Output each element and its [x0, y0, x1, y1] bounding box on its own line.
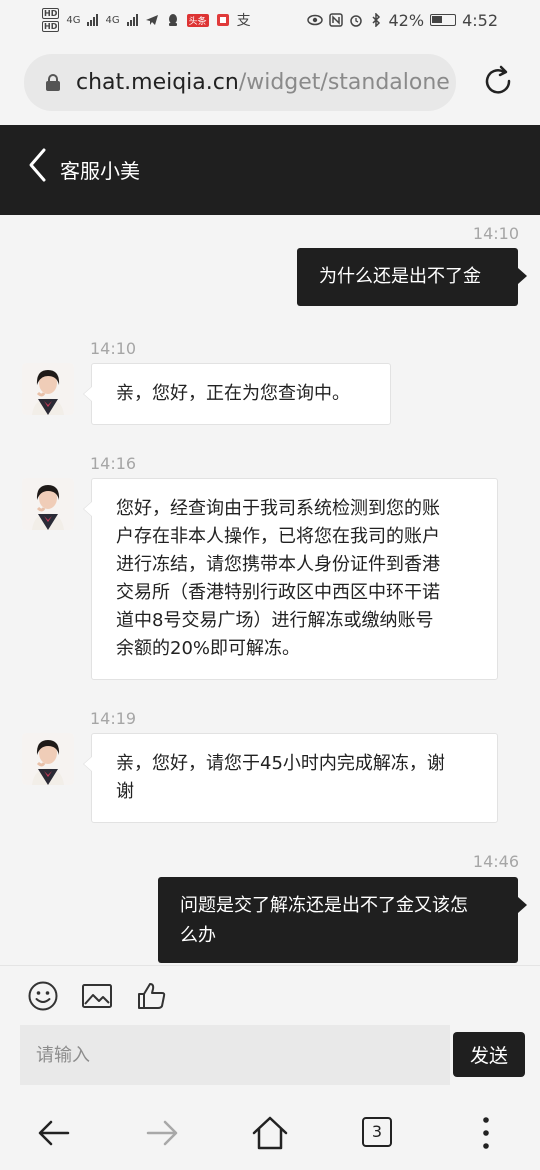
tabs-button[interactable]: 3: [362, 1117, 392, 1147]
message-bubble-in[interactable]: 亲，您好，请您于45小时内完成解冻，谢 谢: [83, 733, 498, 823]
message-line: 余额的20%即可解冻。: [116, 638, 301, 659]
chat-title: 客服小美: [60, 159, 140, 183]
back-arrow-icon[interactable]: [34, 1113, 74, 1153]
chat-header: 客服小美: [0, 125, 540, 215]
back-chevron-icon[interactable]: [26, 147, 50, 183]
message-line: 户存在非本人操作，已将您在我司的账户: [116, 526, 440, 547]
hd-icon: HD: [42, 8, 60, 19]
message-time: 14:10: [90, 339, 137, 358]
agent-avatar: [22, 478, 74, 530]
message-line: 道中8号交易广场）进行解冻或缴纳账号: [116, 610, 434, 631]
net-type-left: 4G: [66, 14, 81, 26]
composer: 发送: [0, 1025, 540, 1095]
message-line: 亲，您好，请您于45小时内完成解冻，谢: [116, 753, 445, 774]
battery-percent: 42%: [388, 10, 425, 30]
message-bubble-in[interactable]: 亲，您好，正在为您查询中。: [83, 363, 391, 425]
toutiao-icon: 头条: [186, 13, 209, 27]
message-bubble-out[interactable]: 问题是交了解冻还是出不了金又该怎 么办: [158, 877, 527, 963]
message-line: 进行冻结，请您携带本人身份证件到香港: [116, 554, 440, 575]
composer-toolbar: [0, 965, 540, 1025]
message-bubble-in[interactable]: 您好，经查询由于我司系统检测到您的账 户存在非本人操作，已将您在我司的账户 进行…: [83, 478, 498, 680]
bluetooth-icon: [371, 13, 380, 27]
send-button[interactable]: 发送: [453, 1032, 525, 1077]
alipay-icon: 支: [236, 13, 251, 29]
thumbs-up-icon[interactable]: [136, 980, 168, 1012]
message-line: 谢: [116, 781, 134, 802]
browser-url-bar: chat.meiqia.cn/widget/standalone: [0, 40, 540, 125]
forward-arrow-icon[interactable]: [142, 1113, 182, 1153]
message-line: 交易所（香港特别行政区中西区中环干诺: [116, 582, 440, 603]
message-input[interactable]: [20, 1025, 450, 1085]
clock-time: 4:52: [462, 10, 498, 30]
url-path: /widget/standalone: [238, 70, 450, 95]
message-time: 14:46: [472, 852, 519, 871]
address-field[interactable]: chat.meiqia.cn/widget/standalone: [24, 54, 456, 111]
signal-icon: [126, 14, 138, 26]
agent-avatar: [22, 733, 74, 785]
status-right: 42% 4:52: [306, 10, 498, 30]
net-type-right: 4G: [105, 14, 120, 26]
home-icon[interactable]: [250, 1113, 290, 1153]
message-text: 为什么还是出不了金: [319, 266, 481, 287]
more-menu-icon[interactable]: [466, 1113, 506, 1153]
lock-icon: [46, 74, 60, 91]
agent-avatar: [22, 363, 74, 415]
emoji-icon[interactable]: [27, 980, 59, 1012]
message-line: 问题是交了解冻还是出不了金又该怎: [180, 895, 468, 916]
reload-icon[interactable]: [481, 64, 515, 98]
message-text: 亲，您好，正在为您查询中。: [116, 383, 350, 404]
battery-icon: [430, 14, 457, 26]
status-bar: HD HD 4G 4G 头条 支 42% 4:52: [0, 0, 540, 40]
telegram-icon: [145, 15, 158, 25]
alarm-icon: [349, 15, 362, 27]
avatar-image: [22, 363, 74, 415]
status-left: HD HD 4G 4G 头条 支: [42, 8, 251, 32]
message-time: 14:10: [472, 224, 519, 243]
chat-messages[interactable]: 14:10 为什么还是出不了金 14:10 亲，您好，正在为您查询中。 14:1…: [0, 215, 540, 965]
hd-badges: HD HD: [42, 8, 60, 32]
app-icon: [216, 14, 229, 26]
eye-icon: [306, 14, 323, 26]
hd-icon: HD: [42, 21, 60, 32]
url-host: chat.meiqia.cn: [76, 70, 239, 95]
message-time: 14:16: [90, 454, 137, 473]
message-line: 您好，经查询由于我司系统检测到您的账: [116, 498, 440, 519]
browser-nav-bar: 3: [0, 1095, 540, 1170]
avatar-image: [22, 733, 74, 785]
image-icon[interactable]: [81, 980, 113, 1012]
nfc-icon: [328, 13, 343, 27]
signal-icon: [87, 14, 99, 26]
message-bubble-out[interactable]: 为什么还是出不了金: [297, 248, 527, 306]
message-line: 么办: [180, 925, 216, 946]
message-time: 14:19: [90, 709, 137, 728]
avatar-image: [22, 478, 74, 530]
qq-icon: [168, 14, 177, 26]
